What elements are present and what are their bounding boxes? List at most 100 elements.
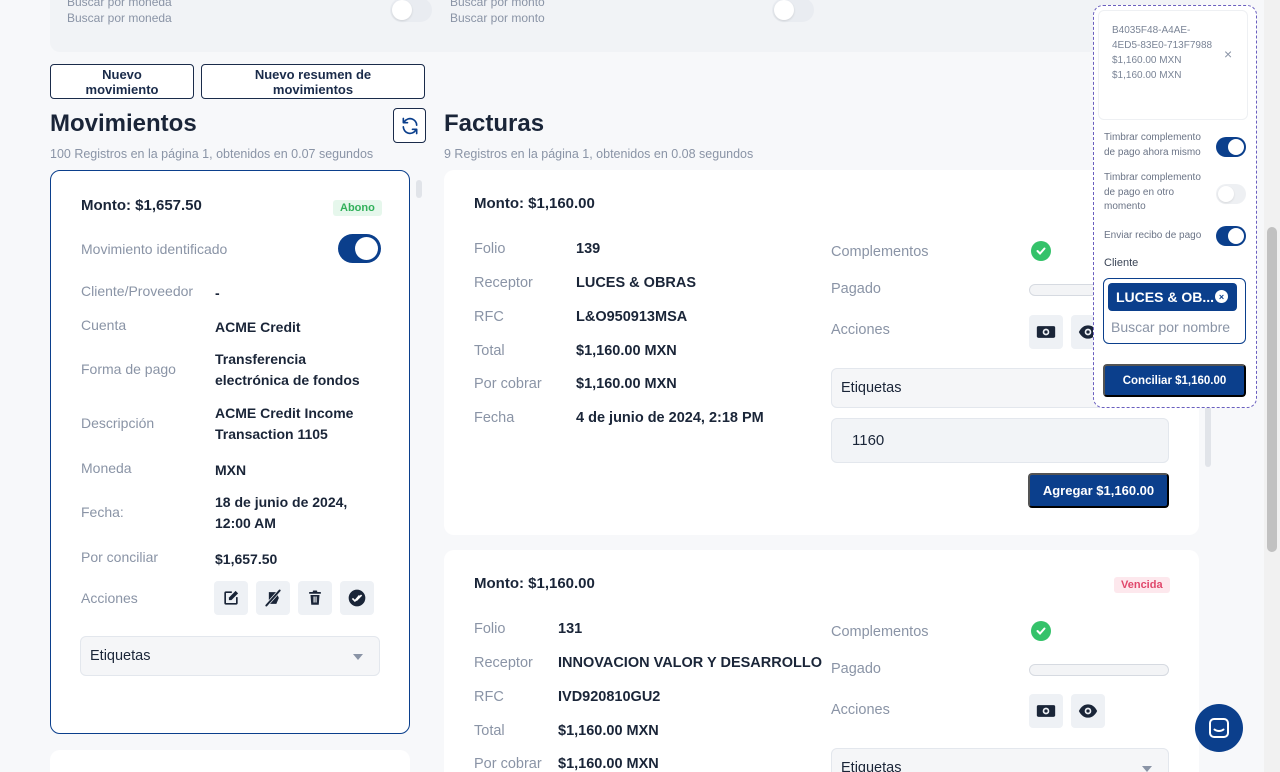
invoice-tags-select[interactable]: Etiquetas <box>831 748 1169 772</box>
filter-bar: Buscar por moneda Buscar por moneda Busc… <box>50 0 1200 52</box>
total-label: Total <box>474 723 505 739</box>
close-icon[interactable]: × <box>1224 46 1232 62</box>
paid-label: Pagado <box>831 281 881 297</box>
invoices-scrollbar[interactable] <box>1205 405 1211 467</box>
movement-actions <box>214 581 374 615</box>
chat-icon <box>1209 718 1229 738</box>
client-multiselect[interactable]: LUCES & OB... × Buscar por nombre <box>1103 278 1246 344</box>
currency-filter-placeholder: Buscar por moneda <box>67 11 172 25</box>
check-circle-icon <box>1031 241 1051 261</box>
invoice-card[interactable]: Monto: $1,160.00 Folio 139 Receptor LUCE… <box>444 170 1199 535</box>
receptor-value: LUCES & OBRAS <box>576 275 697 291</box>
movements-subtitle: 100 Registros en la página 1, obtenidos … <box>50 147 374 161</box>
date-label: Fecha: <box>81 504 124 520</box>
complements-label: Complementos <box>831 244 929 260</box>
remove-chip-icon[interactable]: × <box>1215 290 1228 303</box>
folio-label: Folio <box>474 621 506 637</box>
stamp-later-row: Timbrar complemento de pago en otro mome… <box>1104 171 1246 215</box>
client-chip[interactable]: LUCES & OB... × <box>1108 283 1237 311</box>
status-badge: Vencida <box>1114 577 1170 593</box>
invoice-amount: Monto: $1,160.00 <box>474 195 595 212</box>
currency-filter-toggle[interactable] <box>390 0 432 22</box>
movement-amount: Monto: $1,657.50 <box>81 197 202 214</box>
chat-button[interactable] <box>1195 704 1243 752</box>
slash-tag-icon <box>264 588 282 608</box>
paid-label: Pagado <box>831 661 881 677</box>
refresh-icon <box>402 117 417 134</box>
stamp-now-toggle[interactable] <box>1216 137 1246 157</box>
unlink-button[interactable] <box>256 581 290 615</box>
amount-input[interactable]: 1160 <box>831 418 1169 463</box>
reconcile-button[interactable]: Conciliar $1,160.00 <box>1103 364 1246 397</box>
delete-button[interactable] <box>298 581 332 615</box>
money-icon <box>1036 705 1056 717</box>
currency-filter[interactable]: Buscar por moneda Buscar por moneda <box>67 0 172 26</box>
account-value: ACME Credit <box>215 319 301 335</box>
movements-scrollbar[interactable] <box>416 180 422 198</box>
chevron-down-icon <box>1142 766 1152 772</box>
pending-value: $1,657.50 <box>215 551 278 567</box>
stamp-later-label: Timbrar complemento de pago en otro mome… <box>1104 172 1201 212</box>
movement-tags-select[interactable]: Etiquetas <box>80 636 380 676</box>
approve-button[interactable] <box>340 581 374 615</box>
amount-filter-toggle[interactable] <box>772 0 814 22</box>
invoice-card[interactable]: Monto: $1,160.00 Vencida Folio 131 Recep… <box>444 550 1199 772</box>
page-scrollbar[interactable] <box>1264 0 1280 772</box>
pending-label: Por conciliar <box>81 549 159 565</box>
chevron-down-icon <box>353 654 363 660</box>
invoice-tags-value: Etiquetas <box>841 380 902 396</box>
description-value: ACME Credit Income Transaction 1105 <box>215 405 354 442</box>
view-invoice-button[interactable] <box>1071 694 1105 728</box>
send-receipt-toggle[interactable] <box>1216 226 1246 246</box>
refresh-button[interactable] <box>393 108 426 143</box>
page-scrollbar-thumb[interactable] <box>1267 227 1277 552</box>
identified-toggle[interactable] <box>338 234 381 263</box>
selected-invoice-info: B4035F48-A4AE- 4ED5-83E0-713F7988 $1,160… <box>1098 10 1248 120</box>
add-amount-button[interactable]: Agregar $1,160.00 <box>1028 473 1169 508</box>
receivable-value: $1,160.00 MXN <box>576 376 677 392</box>
rfc-label: RFC <box>474 309 504 325</box>
stamp-later-toggle[interactable] <box>1216 184 1246 204</box>
movement-card[interactable]: Monto: $1,657.50 Abono Movimiento identi… <box>50 170 410 734</box>
new-summary-button[interactable]: Nuevo resumen de movimientos <box>201 64 425 99</box>
movement-tags-value: Etiquetas <box>90 648 151 664</box>
view-payments-button[interactable] <box>1029 694 1063 728</box>
amount-filter-placeholder: Buscar por monto <box>450 11 545 25</box>
description-label: Descripción <box>81 415 155 431</box>
date-value: 18 de junio de 2024, 12:00 AM <box>215 494 348 531</box>
total-label: Total <box>474 343 505 359</box>
send-receipt-label: Enviar recibo de pago <box>1104 230 1202 241</box>
eye-icon <box>1078 704 1098 718</box>
stamp-now-label: Timbrar complemento de pago ahora mismo <box>1104 132 1201 158</box>
check-circle-icon <box>1031 621 1051 641</box>
actions-label: Acciones <box>831 702 890 718</box>
view-payments-button[interactable] <box>1029 315 1063 349</box>
paid-progress <box>1029 664 1169 676</box>
amount-filter-label: Buscar por monto <box>450 0 545 9</box>
client-label: Cliente/Proveedor <box>81 283 194 299</box>
receptor-label: Receptor <box>474 655 533 671</box>
folio-value: 139 <box>576 241 601 257</box>
receivable-label: Por cobrar <box>474 756 542 772</box>
receptor-value: INNOVACION VALOR Y DESARROLLO <box>558 655 822 671</box>
next-movement-card[interactable] <box>50 750 410 772</box>
payment-method-label: Forma de pago <box>81 361 176 377</box>
currency-value: MXN <box>215 462 247 478</box>
invoices-subtitle: 9 Registros en la página 1, obtenidos en… <box>444 147 754 161</box>
new-movement-button[interactable]: Nuevo movimiento <box>50 64 194 99</box>
rfc-label: RFC <box>474 689 504 705</box>
identified-label: Movimiento identificado <box>81 241 228 257</box>
folio-label: Folio <box>474 241 506 257</box>
invoice-amount-line2: $1,160.00 MXN <box>1112 70 1182 81</box>
double-check-icon <box>348 589 366 607</box>
edit-icon <box>224 590 239 605</box>
edit-button[interactable] <box>214 581 248 615</box>
amount-filter[interactable]: Buscar por monto Buscar por monto <box>450 0 545 26</box>
complements-label: Complementos <box>831 624 929 640</box>
client-value: - <box>215 285 220 301</box>
client-chip-label: LUCES & OB... <box>1116 289 1215 305</box>
actions-label: Acciones <box>831 322 890 338</box>
rfc-value: L&O950913MSA <box>576 309 688 325</box>
client-search-input[interactable]: Buscar por nombre <box>1111 319 1230 335</box>
actions-label: Acciones <box>81 590 138 606</box>
